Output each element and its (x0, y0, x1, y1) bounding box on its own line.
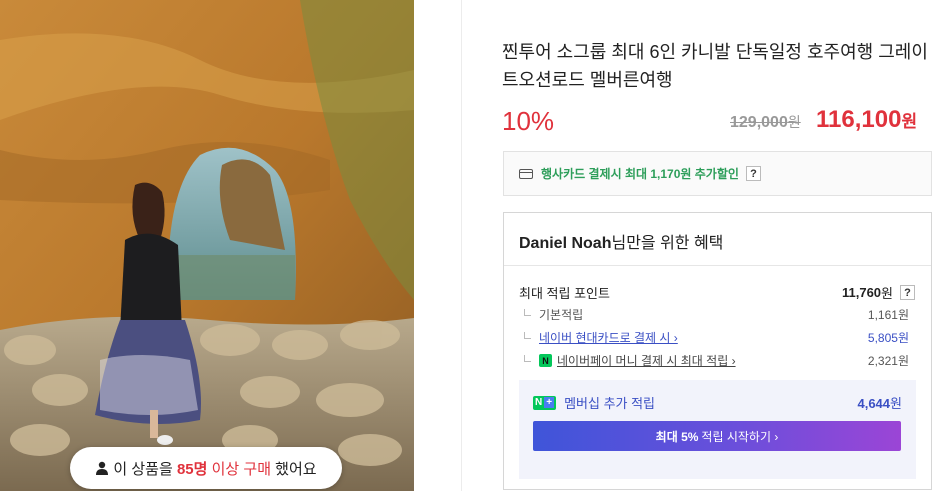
start-membership-button[interactable]: 최대 5% 적립 시작하기 › (533, 421, 901, 451)
membership-value-group: 4,644원 (857, 393, 902, 412)
benefit-title-suffix: 님만을 위한 혜택 (611, 235, 724, 252)
product-photo[interactable]: 이 상품을 85명 이상 구매 했어요 (0, 0, 414, 491)
purchase-middle: 이상 구매 (207, 460, 271, 478)
benefit-user-name: Daniel Noah (519, 235, 612, 252)
points-row-card[interactable]: 네이버 현대카드로 결제 시 › 5,805원 (524, 329, 909, 346)
start-membership-text: 적립 시작하기 › (701, 429, 779, 444)
naver-plus-plus: + (544, 397, 555, 408)
membership-unit: 원 (890, 396, 902, 411)
max-points-help-button[interactable]: ? (900, 285, 915, 300)
card-promo-help-button[interactable]: ? (745, 166, 761, 181)
naver-card-link[interactable]: 네이버 현대카드로 결제 시 › (539, 329, 678, 346)
points-row-npay[interactable]: N 네이버페이 머니 결제 시 최대 적립 › 2,321원 (524, 352, 909, 369)
naver-plus-icon: N + (533, 395, 557, 410)
membership-value: 4,644 (857, 396, 891, 411)
tree-corner (524, 355, 531, 362)
column-divider (461, 0, 462, 491)
purchase-suffix: 했어요 (271, 460, 317, 478)
points-row-value: 2,321원 (867, 354, 909, 368)
sale-price: 116,100원 (816, 106, 917, 134)
membership-label: 멤버십 추가 적립 (564, 396, 656, 411)
original-price: 129,000원 (730, 112, 801, 132)
card-promo-box: 행사카드 결제시 최대 1,170원 추가할인 ? (503, 151, 932, 196)
membership-row: N + 멤버십 추가 적립 4,644원 (533, 393, 902, 412)
product-photo-image (0, 0, 414, 491)
naverpay-icon: N (539, 354, 552, 367)
sale-price-unit: 원 (901, 112, 918, 131)
original-price-unit: 원 (787, 114, 801, 130)
max-points-unit: 원 (881, 286, 893, 301)
max-points-value-group: 11,760 원 ? (842, 283, 915, 302)
sale-price-value: 116,100 (816, 106, 902, 133)
naverpay-money-link[interactable]: 네이버페이 머니 결제 시 최대 적립 › (557, 352, 736, 369)
membership-box: N + 멤버십 추가 적립 4,644원 최대 5% 적립 시작하기 › (519, 380, 916, 479)
card-promo-text: 행사카드 결제시 최대 1,170원 추가할인 (541, 167, 739, 181)
benefit-divider (504, 265, 931, 266)
points-row-basic: 기본적립 1,161원 (524, 306, 909, 323)
points-row-label: 기본적립 (539, 308, 584, 322)
benefit-panel: Daniel Noah님만을 위한 혜택 최대 적립 포인트 11,760 원 ?… (503, 212, 932, 490)
naver-plus-n: N (535, 397, 543, 408)
person-icon (96, 461, 109, 475)
card-icon (519, 168, 533, 179)
max-points-value: 11,760 (841, 285, 882, 300)
points-row-value: 1,161원 (867, 308, 909, 322)
discount-rate: 10% (502, 106, 555, 136)
start-membership-bold: 최대 5% (655, 429, 699, 444)
tree-corner (524, 332, 531, 339)
purchase-prefix: 이 상품을 (113, 460, 177, 478)
product-title: 찐투어 소그룹 최대 6인 카니발 단독일정 호주여행 그레이트오션로드 멜버른… (502, 42, 928, 90)
benefit-heading: Daniel Noah님만을 위한 혜택 (519, 229, 723, 253)
points-row-value: 5,805원 (867, 331, 909, 345)
purchase-count: 85명 (176, 460, 208, 478)
tree-corner (524, 309, 531, 316)
purchase-count-badge: 이 상품을 85명 이상 구매 했어요 (70, 447, 342, 489)
max-points-row: 최대 적립 포인트 11,760 원 ? (519, 283, 915, 302)
original-price-value: 129,000 (730, 114, 788, 131)
max-points-label: 최대 적립 포인트 (519, 286, 610, 301)
